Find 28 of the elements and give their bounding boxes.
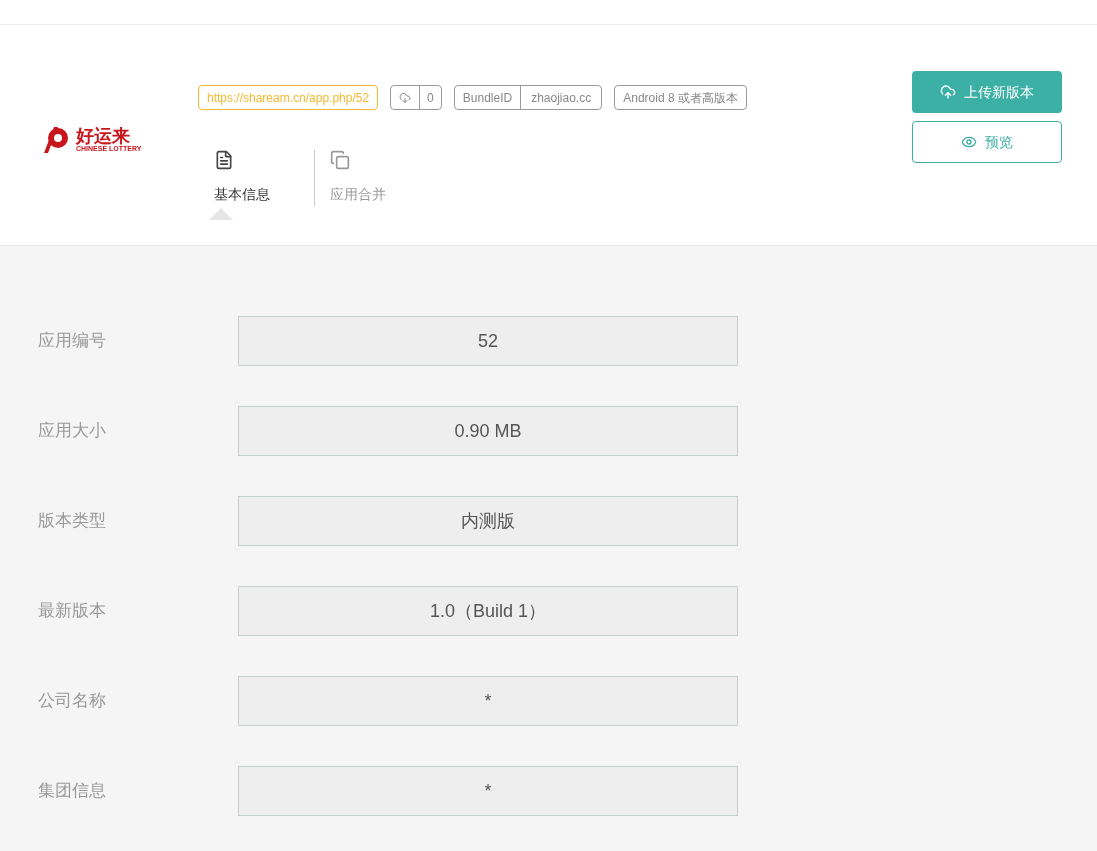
cloud-upload-icon: [940, 84, 956, 100]
bundle-label: BundleID: [454, 86, 522, 109]
cloud-download-icon: [399, 91, 412, 104]
field-label: 集团信息: [37, 780, 107, 803]
field-value: *: [238, 766, 738, 816]
upload-button[interactable]: 上传新版本: [912, 71, 1062, 113]
field-label: 最新版本: [37, 600, 107, 623]
bundle-value: zhaojiao.cc: [530, 89, 593, 107]
field-label: 应用编号: [37, 330, 107, 353]
field-value: 52: [238, 316, 738, 366]
app-link[interactable]: https://shaream.cn/app.php/52: [198, 85, 379, 110]
eye-icon: [961, 134, 977, 150]
logo-name: 好运来: [76, 126, 130, 145]
tab-pointer: [209, 208, 233, 220]
field-label: 公司名称: [37, 690, 107, 713]
document-icon: [214, 150, 234, 170]
field-label: 版本类型: [37, 510, 107, 533]
field-value: 0.90 MB: [238, 406, 738, 456]
field-value: *: [238, 676, 738, 726]
download-count: 0: [426, 89, 435, 107]
preview-button[interactable]: 预览: [912, 121, 1062, 163]
tab[interactable]: 基本信息: [198, 150, 314, 206]
requirement-tag: Android 8 或者高版本: [614, 85, 747, 110]
field-label: 应用大小: [37, 420, 107, 443]
tab[interactable]: 应用合并: [314, 150, 416, 206]
field-value: 内测版: [238, 496, 738, 546]
overlapping-squares-icon: [330, 150, 350, 170]
field-value: 1.0（Build 1）: [238, 586, 738, 636]
